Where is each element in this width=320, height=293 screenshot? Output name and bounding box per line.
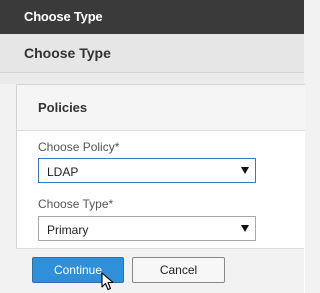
panel-header: Policies — [17, 85, 305, 131]
choose-type-select[interactable]: Primary — [38, 216, 256, 241]
page-title: Choose Type — [24, 45, 111, 61]
dialog-footer: Continue Cancel — [16, 248, 304, 293]
choose-type-value: Primary — [47, 223, 89, 237]
panel-title: Policies — [38, 100, 88, 115]
choose-policy-select[interactable]: LDAP — [38, 158, 256, 183]
chevron-down-icon — [241, 167, 249, 174]
window-title: Choose Type — [24, 9, 103, 24]
choose-policy-value: LDAP — [47, 165, 79, 179]
choose-type-label: Choose Type* — [38, 197, 114, 211]
window-titlebar: Choose Type — [0, 0, 304, 34]
cancel-button[interactable]: Cancel — [132, 257, 225, 283]
mouse-pointer-icon — [101, 272, 114, 291]
page-header: Choose Type — [0, 34, 304, 73]
chevron-down-icon — [241, 225, 249, 232]
section-gap — [0, 73, 304, 84]
choose-policy-label: Choose Policy* — [38, 140, 120, 154]
